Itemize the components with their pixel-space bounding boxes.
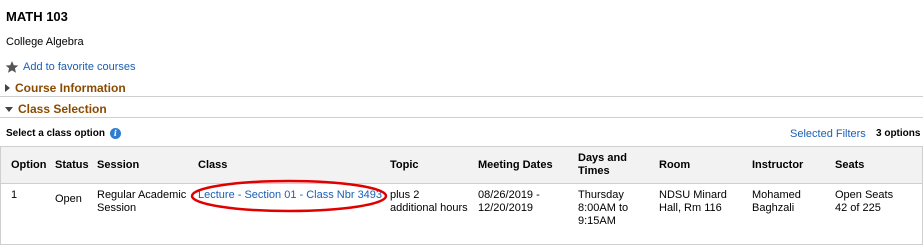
- cell-topic: plus 2 additional hours: [390, 189, 468, 215]
- table-header-row: Option Status Session Class Topic Meetin…: [1, 147, 922, 184]
- header-session: Session: [97, 159, 140, 171]
- divider: [0, 96, 923, 97]
- course-information-heading: Course Information: [15, 81, 126, 95]
- select-class-option-label: Select a class option i: [6, 128, 121, 139]
- header-days-times: Days and Times: [578, 152, 627, 178]
- select-class-option-text: Select a class option: [6, 128, 105, 139]
- cell-session-line2: Session: [97, 202, 137, 214]
- course-code: MATH 103: [6, 9, 68, 24]
- cell-days-line1: Thursday: [578, 189, 624, 201]
- cell-room-line1: NDSU Minard: [659, 189, 727, 201]
- header-option: Option: [11, 159, 47, 171]
- cell-session-line1: Regular Academic: [97, 189, 187, 201]
- options-count: 3 options: [876, 128, 921, 139]
- header-days-times-line2: Times: [578, 165, 610, 177]
- class-selection-heading: Class Selection: [18, 102, 107, 116]
- header-seats: Seats: [835, 159, 865, 171]
- cell-room: NDSU Minard Hall, Rm 116: [659, 189, 727, 215]
- class-options-table: Option Status Session Class Topic Meetin…: [0, 146, 923, 245]
- cell-status: Open: [55, 193, 82, 205]
- cell-instructor: Mohamed Baghzali: [752, 189, 801, 215]
- cell-room-line2: Hall, Rm 116: [659, 202, 722, 214]
- course-title: College Algebra: [6, 36, 84, 48]
- cell-instructor-line2: Baghzali: [752, 202, 795, 214]
- info-icon[interactable]: i: [109, 128, 121, 139]
- header-days-times-line1: Days and: [578, 152, 627, 164]
- selected-filters-link[interactable]: Selected Filters: [790, 128, 866, 140]
- class-selection-toggle[interactable]: Class Selection: [5, 102, 107, 116]
- header-class: Class: [198, 159, 228, 171]
- cell-days-line3: 9:15AM: [578, 215, 616, 227]
- triangle-down-icon: [5, 106, 13, 112]
- cell-meeting-dates: 08/26/2019 - 12/20/2019: [478, 189, 540, 215]
- cell-dates-line1: 08/26/2019 -: [478, 189, 540, 201]
- header-topic: Topic: [390, 159, 419, 171]
- cell-instructor-line1: Mohamed: [752, 189, 801, 201]
- add-favorite-link[interactable]: Add to favorite courses: [5, 60, 136, 74]
- cell-seats-line2: 42 of 225: [835, 202, 881, 214]
- header-status: Status: [55, 159, 89, 171]
- cell-option: 1: [11, 189, 18, 201]
- header-room: Room: [659, 159, 691, 171]
- cell-topic-line1: plus 2: [390, 189, 420, 201]
- cell-seats: Open Seats 42 of 225: [835, 189, 893, 215]
- cell-dates-line2: 12/20/2019: [478, 202, 534, 214]
- cell-seats-line1: Open Seats: [835, 189, 894, 201]
- star-icon: [5, 61, 19, 73]
- cell-days-times: Thursday 8:00AM to 9:15AM: [578, 189, 628, 228]
- triangle-right-icon: [5, 84, 10, 92]
- add-favorite-label: Add to favorite courses: [23, 61, 136, 73]
- divider: [0, 117, 923, 118]
- highlight-ellipse: [190, 179, 388, 213]
- header-instructor: Instructor: [752, 159, 804, 171]
- header-meeting-dates: Meeting Dates: [478, 159, 553, 171]
- cell-session: Regular Academic Session: [97, 189, 186, 215]
- cell-topic-line2: additional hours: [390, 202, 468, 214]
- cell-days-line2: 8:00AM to: [578, 202, 629, 214]
- course-information-toggle[interactable]: Course Information: [5, 81, 126, 95]
